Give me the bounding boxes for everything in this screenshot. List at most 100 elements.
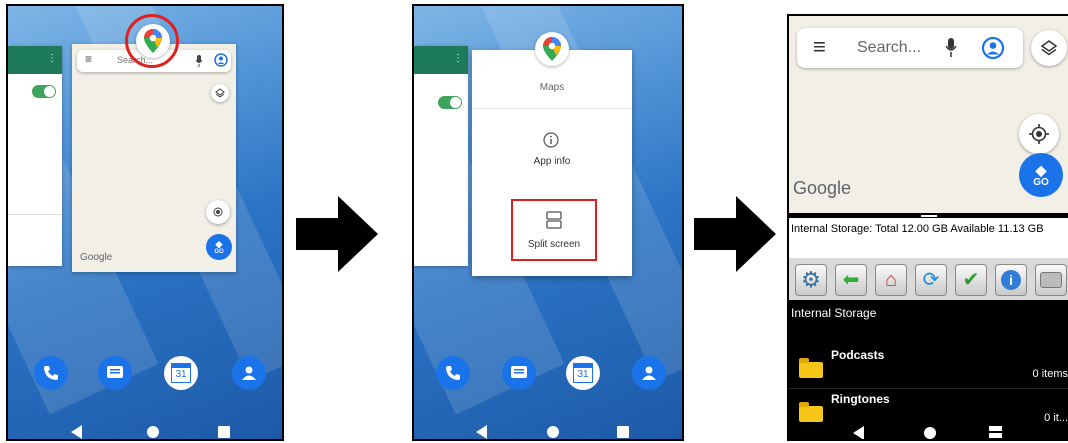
nav-home-button[interactable] xyxy=(147,426,159,438)
nav-back-button[interactable] xyxy=(476,425,487,439)
menu-icon[interactable]: ≡ xyxy=(813,34,826,60)
recent-app-card-maps[interactable]: ≡ Search... ◆ GO Google xyxy=(72,44,236,272)
nav-home-button[interactable] xyxy=(924,427,936,439)
select-button[interactable]: ✔ xyxy=(955,264,987,296)
flow-arrow-1 xyxy=(296,196,378,272)
go-button[interactable]: ◆ GO xyxy=(1019,153,1063,197)
storage-info-bar: Internal Storage: Total 12.00 GB Availab… xyxy=(789,218,1068,258)
layers-button[interactable] xyxy=(1031,30,1067,66)
card-header: ⋮ xyxy=(414,46,468,74)
google-logo: Google xyxy=(793,178,852,198)
folder-count: 0 items xyxy=(1032,368,1068,380)
calendar-app-icon[interactable]: 31 xyxy=(566,356,600,390)
toolbar: ⚙ ⬅ ⌂ ⟳ ✔ i xyxy=(789,258,1068,300)
recent-app-card-left[interactable]: ⋮ xyxy=(414,46,468,266)
contacts-icon xyxy=(642,366,656,380)
flow-arrow-2 xyxy=(694,196,776,272)
checkmark-icon: ✔ xyxy=(962,269,980,291)
file-manager-panel: Internal Storage: Total 12.00 GB Availab… xyxy=(789,218,1068,439)
disk-icon xyxy=(1040,272,1062,288)
microphone-icon[interactable] xyxy=(195,55,203,67)
toggle-switch[interactable] xyxy=(32,85,56,98)
more-vert-icon: ⋮ xyxy=(453,53,463,64)
phone-screen-split: ≡ Search... ◆ GO Google Internal Storage… xyxy=(787,14,1068,441)
split-screen-label: Split screen xyxy=(527,239,581,250)
app-info-label: App info xyxy=(533,156,571,167)
messages-icon xyxy=(107,366,123,378)
messages-app-icon[interactable] xyxy=(98,356,132,390)
folder-name: Ringtones xyxy=(831,392,890,406)
arrow-left-icon: ⬅ xyxy=(842,269,860,291)
info-button[interactable]: i xyxy=(995,264,1027,296)
home-icon: ⌂ xyxy=(884,269,898,291)
phone-app-icon[interactable] xyxy=(436,356,470,390)
calendar-icon: 31 xyxy=(171,363,191,383)
gear-icon: ⚙ xyxy=(801,267,821,292)
account-icon[interactable] xyxy=(214,53,228,67)
contacts-icon xyxy=(242,366,256,380)
my-location-icon xyxy=(213,207,223,217)
card-header: ⋮ xyxy=(8,46,62,74)
my-location-icon xyxy=(1029,124,1049,144)
maps-pin-icon xyxy=(543,37,561,61)
go-label: GO xyxy=(214,248,224,255)
maps-search-bar[interactable]: ≡ Search... xyxy=(797,28,1023,68)
microphone-icon[interactable] xyxy=(945,38,957,58)
nav-back-button[interactable] xyxy=(71,425,82,439)
menu-icon[interactable]: ≡ xyxy=(85,52,92,66)
directions-icon: ◆ xyxy=(1035,161,1047,178)
nav-recents-split-button[interactable] xyxy=(989,426,1002,438)
layers-button[interactable] xyxy=(211,84,229,102)
refresh-button[interactable]: ⟳ xyxy=(915,264,947,296)
app-options-menu: Maps App info Split screen xyxy=(472,50,632,276)
folder-name: Podcasts xyxy=(831,348,885,362)
phone-app-icon[interactable] xyxy=(34,356,68,390)
more-vert-icon: ⋮ xyxy=(47,53,57,64)
nav-recents-button[interactable] xyxy=(218,426,230,438)
storage-button[interactable] xyxy=(1035,264,1067,296)
recent-app-card-left[interactable]: ⋮ xyxy=(8,46,62,266)
nav-back-button[interactable] xyxy=(853,426,864,439)
split-screen-menu-item[interactable]: Split screen xyxy=(511,199,597,261)
list-item[interactable]: Ringtones 0 it... xyxy=(789,388,1068,428)
split-screen-icon xyxy=(546,211,562,229)
phone-screen-app-menu: ⋮ Maps App info Split screen 31 xyxy=(412,4,684,441)
search-placeholder[interactable]: Search... xyxy=(857,39,921,57)
calendar-app-icon[interactable]: 31 xyxy=(164,356,198,390)
home-button[interactable]: ⌂ xyxy=(875,264,907,296)
app-info-menu-item[interactable]: App info xyxy=(472,120,632,180)
nav-home-button[interactable] xyxy=(547,426,559,438)
back-button[interactable]: ⬅ xyxy=(835,264,867,296)
location-label: Internal Storage xyxy=(791,306,877,320)
folder-count: 0 it... xyxy=(1044,412,1068,424)
messages-icon xyxy=(511,366,527,378)
nav-recents-button[interactable] xyxy=(617,426,629,438)
go-label: GO xyxy=(1033,176,1049,188)
maps-app-icon[interactable] xyxy=(535,32,569,66)
menu-app-name: Maps xyxy=(539,82,565,93)
layers-icon xyxy=(215,88,225,98)
contacts-app-icon[interactable] xyxy=(232,356,266,390)
my-location-button[interactable] xyxy=(1019,114,1059,154)
info-icon: i xyxy=(1001,270,1021,290)
calendar-icon: 31 xyxy=(573,363,593,383)
settings-button[interactable]: ⚙ xyxy=(795,264,827,296)
my-location-button[interactable] xyxy=(206,200,230,224)
info-icon xyxy=(543,132,559,148)
toggle-switch[interactable] xyxy=(438,96,462,109)
list-item[interactable]: Podcasts 0 items xyxy=(789,344,1068,389)
phone-icon xyxy=(446,366,460,380)
highlight-circle xyxy=(125,14,179,68)
layers-icon xyxy=(1040,40,1058,56)
go-button[interactable]: ◆ GO xyxy=(206,234,232,260)
folder-icon xyxy=(799,402,823,422)
account-icon[interactable] xyxy=(981,36,1005,60)
refresh-icon: ⟳ xyxy=(922,269,940,291)
folder-icon xyxy=(799,358,823,378)
messages-app-icon[interactable] xyxy=(502,356,536,390)
phone-icon xyxy=(44,366,58,380)
phone-screen-recents: ⋮ ≡ Search... ◆ GO Google 31 xyxy=(6,4,284,441)
google-logo: Google xyxy=(80,252,113,263)
contacts-app-icon[interactable] xyxy=(632,356,666,390)
directions-icon: ◆ xyxy=(215,238,223,249)
